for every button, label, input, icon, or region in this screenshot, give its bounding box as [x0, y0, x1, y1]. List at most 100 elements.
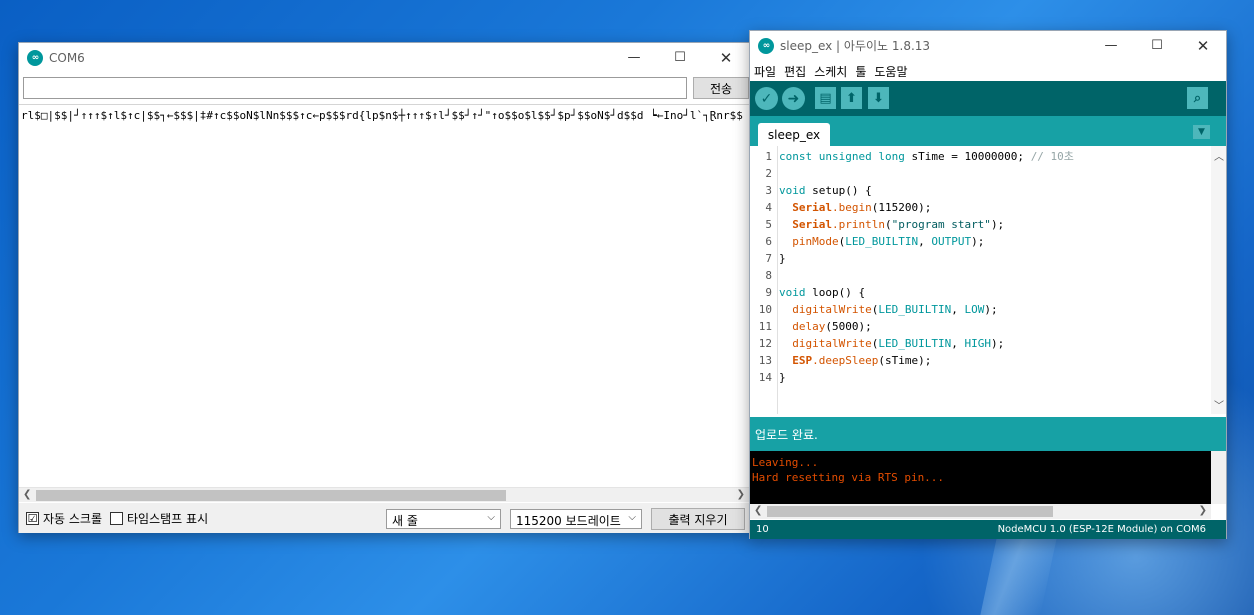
menu-help[interactable]: 도움말	[874, 63, 907, 80]
checkbox-unchecked-icon[interactable]	[110, 511, 124, 525]
serial-titlebar[interactable]: ∞ COM6 — ☐ ✕	[19, 43, 749, 72]
console-vertical-scrollbar[interactable]	[1211, 451, 1226, 504]
autoscroll-label: 자동 스크롤	[43, 511, 103, 526]
code-token: .println	[831, 218, 885, 231]
menu-edit[interactable]: 편집	[784, 63, 806, 80]
tab-menu-icon[interactable]: ▼	[1193, 125, 1210, 139]
open-button[interactable]: ⬆	[841, 87, 862, 109]
menu-tools[interactable]: 툴	[855, 63, 866, 80]
baud-rate-value: 115200 보드레이트	[516, 514, 621, 528]
line-number: 10	[758, 303, 772, 316]
minimize-icon[interactable]: —	[1088, 31, 1134, 60]
code-line: void setup() {	[779, 182, 872, 199]
arrow-up-icon: ⬆	[846, 90, 857, 106]
close-icon[interactable]: ✕	[1180, 31, 1226, 60]
code-token: Serial	[779, 218, 832, 231]
window-controls: — ☐ ✕	[611, 43, 749, 72]
chevron-down-icon: ⌵	[628, 512, 636, 523]
send-button[interactable]: 전송	[693, 77, 749, 99]
timestamp-checkbox[interactable]: 타임스탬프 표시	[110, 510, 208, 527]
upload-button[interactable]: ➜	[782, 87, 805, 110]
code-token: Serial	[779, 201, 832, 214]
new-button[interactable]: ▤	[815, 87, 836, 109]
ide-footer: 10 NodeMCU 1.0 (ESP-12E Module) on COM6	[750, 520, 1226, 539]
code-token: ,	[951, 303, 965, 316]
arduino-ide-window: ∞ sleep_ex | 아두이노 1.8.13 — ☐ ✕ 파일 편집 스케치…	[749, 30, 1227, 539]
ide-titlebar[interactable]: ∞ sleep_ex | 아두이노 1.8.13 — ☐ ✕	[750, 31, 1226, 60]
code-token: HIGH	[964, 337, 991, 350]
arduino-icon: ∞	[758, 37, 774, 54]
maximize-icon[interactable]: ☐	[1134, 31, 1180, 60]
line-number: 9	[765, 286, 772, 299]
tab-bar: sleep_ex ▼	[750, 116, 1226, 146]
code-token: .begin	[831, 201, 872, 214]
minimize-icon[interactable]: —	[611, 43, 657, 72]
serial-monitor-window: ∞ COM6 — ☐ ✕ 전송 rl$□|$$|┘↑↑↑$↑l$↑c|$$┐←$…	[18, 42, 750, 533]
code-token: ESP	[779, 354, 813, 367]
baud-rate-select[interactable]: 115200 보드레이트 ⌵	[510, 509, 642, 529]
arrow-down-icon: ⬇	[873, 90, 884, 106]
line-number: 7	[765, 252, 772, 265]
code-line: void loop() {	[779, 284, 865, 301]
save-button[interactable]: ⬇	[868, 87, 889, 109]
scroll-left-icon[interactable]: ❮	[23, 489, 31, 500]
verify-button[interactable]: ✓	[755, 87, 778, 110]
code-line: }	[779, 252, 786, 265]
code-comment: // 10초	[1030, 150, 1074, 163]
serial-monitor-button[interactable]: ⌕	[1187, 87, 1208, 109]
code-line: const unsigned long sTime = 10000000; //…	[779, 148, 1074, 165]
code-line: digitalWrite(LED_BUILTIN, LOW);	[779, 301, 997, 318]
code-token: loop	[805, 286, 839, 299]
check-icon: ✓	[760, 90, 773, 107]
code-token: (	[884, 218, 892, 231]
code-token: void	[779, 286, 806, 299]
code-token: (5000);	[825, 320, 872, 333]
arrow-right-icon: ➜	[787, 90, 800, 107]
ide-toolbar: ✓ ➜ ▤ ⬆ ⬇ ⌕	[750, 81, 1226, 116]
line-number: 4	[765, 201, 772, 214]
code-token: OUTPUT	[931, 235, 972, 248]
code-token: digitalWrite	[779, 337, 872, 350]
console-line: Leaving...	[752, 456, 819, 469]
line-ending-value: 새 줄	[392, 514, 418, 528]
scroll-right-icon[interactable]: ❯	[737, 489, 745, 500]
code-token: digitalWrite	[779, 303, 872, 316]
code-line: }	[779, 371, 786, 384]
scrollbar-thumb[interactable]	[767, 506, 1053, 517]
close-icon[interactable]: ✕	[703, 43, 749, 72]
scroll-up-icon[interactable]: ︿	[1214, 148, 1224, 163]
serial-footer: ☑ 자동 스크롤 타임스탬프 표시 새 줄 ⌵ 115200 보드레이트 ⌵ 출…	[19, 503, 749, 533]
scroll-left-icon[interactable]: ❮	[754, 505, 762, 516]
code-line: Serial.begin(115200);	[779, 199, 931, 216]
serial-horizontal-scrollbar[interactable]: ❮ ❯	[19, 487, 749, 502]
menu-file[interactable]: 파일	[754, 63, 776, 80]
console-output[interactable]: Leaving... Hard resetting via RTS pin...	[750, 451, 1226, 504]
code-string: "program start"	[891, 218, 991, 231]
checkbox-checked-icon[interactable]: ☑	[26, 511, 39, 525]
line-ending-select[interactable]: 새 줄 ⌵	[386, 509, 501, 529]
code-token: (115200);	[871, 201, 932, 214]
line-number: 1	[765, 150, 772, 163]
code-token: () {	[845, 184, 872, 197]
line-number: 8	[765, 269, 772, 282]
line-number: 14	[758, 371, 772, 384]
serial-output[interactable]: rl$□|$$|┘↑↑↑$↑l$↑c|$$┐←$$$|‡#↑c$$oN$lNn$…	[19, 104, 749, 487]
code-editor[interactable]: 1 2 3 4 5 6 7 8 9 10 11 12 13 14 const u…	[750, 146, 1226, 414]
serial-send-input[interactable]	[23, 77, 687, 99]
arduino-icon: ∞	[27, 49, 43, 66]
timestamp-label: 타임스탬프 표시	[127, 511, 209, 526]
magnifier-icon: ⌕	[1193, 90, 1202, 106]
autoscroll-checkbox[interactable]: ☑ 자동 스크롤	[26, 510, 102, 527]
window-controls: — ☐ ✕	[1088, 31, 1226, 60]
scroll-down-icon[interactable]: ﹀	[1214, 397, 1224, 412]
maximize-icon[interactable]: ☐	[657, 43, 703, 72]
clear-output-button[interactable]: 출력 지우기	[651, 508, 745, 530]
scrollbar-thumb[interactable]	[36, 490, 506, 501]
tab-sleep-ex[interactable]: sleep_ex	[758, 123, 830, 146]
editor-vertical-scrollbar[interactable]: ︿ ﹀	[1211, 146, 1226, 414]
menu-sketch[interactable]: 스케치	[814, 63, 847, 80]
scroll-right-icon[interactable]: ❯	[1199, 505, 1207, 516]
cursor-line-number: 10	[756, 524, 769, 535]
code-token: );	[971, 235, 985, 248]
console-horizontal-scrollbar[interactable]: ❮ ❯	[750, 504, 1211, 519]
